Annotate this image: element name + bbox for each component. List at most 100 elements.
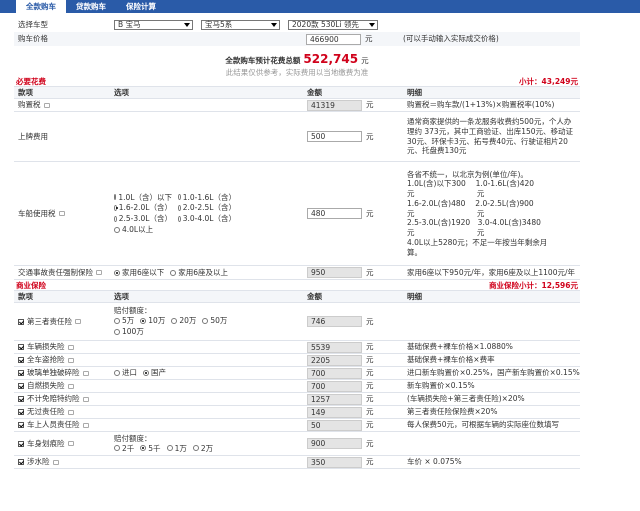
insurance-amount: 2205 [307,354,362,366]
help-icon[interactable] [82,370,89,376]
purchase-tax-amount: 41319 [307,99,362,111]
seat-options: 家用6座以下 家用6座及以上 [114,268,307,278]
required-title: 必要花费 [16,77,46,86]
insurance-options: 赔付额度： 2千 5千 1万 2万 [114,434,307,454]
insurance-name: 全车盗抢险 [27,355,65,365]
insurance-row: 车身划痕险 赔付额度： 2千 5千 1万 2万 900 元 [14,432,580,456]
help-icon[interactable] [67,357,74,363]
insurance-name: 第三者责任险 [27,316,72,326]
tab-full-payment[interactable]: 全款购车 [16,0,66,13]
insurance-detail: 第三者责任险保险费×20% [407,407,498,417]
checkbox-icon[interactable] [18,459,24,465]
plate-fee-detail: 通常商家提供的一条龙服务收费约500元，个人办理约 373元，其中工商验证、出库… [407,117,574,156]
help-icon[interactable] [58,211,65,216]
insurance-option[interactable]: 进口 [114,368,137,378]
insurance-option[interactable]: 2万 [192,444,213,454]
help-icon[interactable] [75,319,81,324]
header-item: 款项 [18,87,33,97]
purchase-tax-detail: 购置税＝购车款/(1+13%)×购置税率(10%) [407,100,555,110]
plate-fee-input[interactable]: 500 [307,131,362,142]
insurance-amount: 700 [307,367,362,379]
insurance-detail: 新车购置价×0.15% [407,381,475,391]
help-icon[interactable] [67,383,74,389]
header-option: 选项 [114,87,129,97]
insurance-amount: 5539 [307,341,362,353]
displacement-option[interactable]: 2.0-2.5L（含） [178,203,236,213]
insurance-label: 无过责任险 [14,407,114,417]
insurance-option[interactable]: 5万 [114,316,134,326]
displacement-option[interactable]: 4.0L以上 [114,225,172,235]
required-section-header: 必要花费 小计：43,249元 [14,76,580,87]
help-icon[interactable] [67,344,74,350]
insurance-unit: 元 [366,381,374,390]
help-icon[interactable] [52,459,59,465]
compulsory-name: 交通事故责任强制保险 [18,267,93,277]
help-icon[interactable] [67,409,74,415]
insurance-option[interactable]: 国产 [143,368,166,378]
seat-option[interactable]: 家用6座及以上 [170,268,228,278]
brand-select[interactable]: B 宝马 [114,20,193,30]
insurance-option[interactable]: 100万 [114,327,144,337]
help-icon[interactable] [67,441,74,446]
help-icon[interactable] [82,396,89,402]
insurance-row: 车辆损失险 5539 元 基础保费+裸车价格×1.0880% [14,341,580,354]
insurance-unit: 元 [366,355,374,364]
insurance-label: 车上人员责任险 [14,420,114,430]
seat-option[interactable]: 家用6座以下 [114,268,164,278]
radio-label: 进口 [122,368,137,378]
radio-label: 5万 [122,316,135,326]
checkbox-icon[interactable] [18,409,24,415]
checkbox-icon[interactable] [18,344,24,350]
help-icon[interactable] [43,102,50,108]
total-box: 全款购车预计花费总额 522,745 元 此结果仅供参考，实际费用以当地缴费为准 [14,46,580,77]
radio-icon [114,370,120,376]
insurance-detail: 每人保费50元，可根据车辆的实际座位数填写 [407,420,560,430]
total-value: 522,745 [303,52,359,66]
insurance-option[interactable]: 50万 [202,316,227,326]
radio-label: 4.0L以上 [122,224,154,234]
radio-label: 10万 [148,316,166,326]
model-select[interactable]: 2020款 530Li 领先 [288,20,378,30]
insurance-option[interactable]: 10万 [140,316,165,326]
insurance-name: 无过责任险 [27,407,65,417]
radio-label: 2.0-2.5L（含） [182,203,236,213]
car-select-row: 选择车型 B 宝马 宝马5系 2020款 530Li 领先 [14,18,580,32]
checkbox-icon[interactable] [18,440,24,447]
tab-loan[interactable]: 贷款购车 [66,0,116,13]
insurance-label: 自燃损失险 [14,381,114,391]
radio-icon [143,370,149,376]
insurance-row: 自燃损失险 700 元 新车购置价×0.15% [14,380,580,393]
insurance-option[interactable]: 5千 [140,444,161,454]
vehicle-tax-name: 车船使用税 [18,208,56,218]
vehicle-tax-detail-line: 元 元 [407,228,485,238]
radio-icon [202,318,209,324]
insurance-list: 第三者责任险 赔付额度： 5万 10万 20万 50万 100万 746 元车辆损失险 5539 元… [14,303,580,469]
help-icon[interactable] [96,270,102,275]
checkbox-icon[interactable] [18,422,24,428]
checkbox-icon[interactable] [18,357,24,363]
displacement-option[interactable]: 3.0-4.0L（含） [178,214,236,224]
displacement-option[interactable]: 1.6-2.0L（含） [114,203,172,213]
vehicle-tax-input[interactable]: 480 [307,208,362,219]
tab-insurance[interactable]: 保险计算 [116,0,166,13]
price-input[interactable]: 466900 [306,33,361,45]
checkbox-icon[interactable] [18,318,24,325]
insurance-option[interactable]: 20万 [171,316,196,326]
help-icon[interactable] [82,422,89,428]
insurance-option[interactable]: 1万 [166,444,187,454]
displacement-option[interactable]: 1.0L（含）以下 [114,193,172,203]
insurance-amount: 900 [307,438,362,449]
checkbox-icon[interactable] [18,370,24,376]
displacement-option[interactable]: 1.0-1.6L（含） [178,193,236,203]
vehicle-tax-detail-line: 元 元 [407,189,485,199]
insurance-option[interactable]: 2千 [114,444,134,454]
radio-icon [114,226,120,233]
series-select[interactable]: 宝马5系 [201,20,280,30]
insurance-detail: 基础保费+裸车价格×1.0880% [407,342,513,352]
checkbox-icon[interactable] [18,383,24,389]
commercial-section-header: 商业保险 商业保险小计：12,596元 [14,280,580,291]
chevron-down-icon [184,23,190,27]
checkbox-icon[interactable] [18,396,24,402]
insurance-detail: (车辆损失险+第三者责任险)×20% [407,394,525,404]
displacement-option[interactable]: 2.5-3.0L（含） [114,214,172,224]
